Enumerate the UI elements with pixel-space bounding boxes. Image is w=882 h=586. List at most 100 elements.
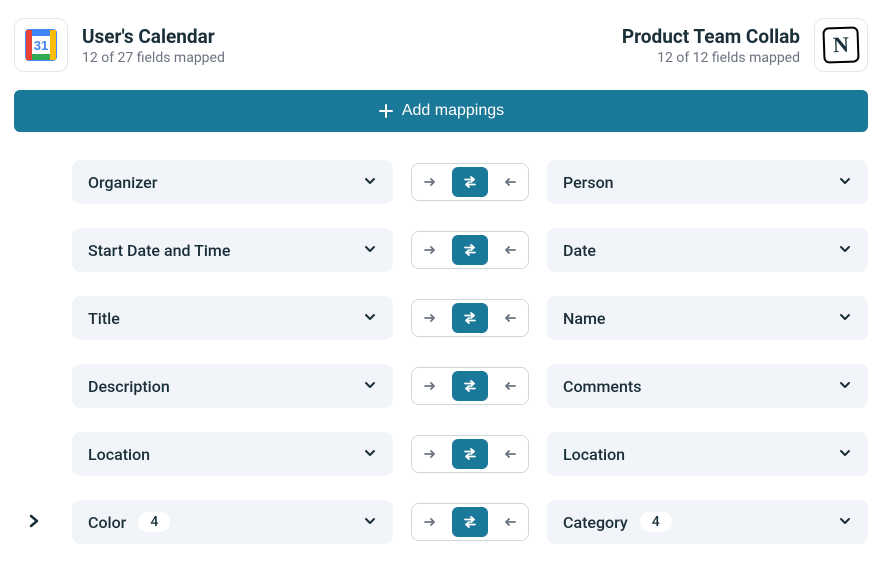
mapping-row: Title Name [14, 296, 868, 340]
chevron-down-icon [838, 310, 852, 324]
left-field-label: Start Date and Time [88, 241, 230, 260]
arrows-bidirectional-icon [462, 446, 478, 462]
direction-both-button[interactable] [452, 507, 489, 537]
right-field-select[interactable]: Name [547, 296, 868, 340]
header-left: 31 User's Calendar 12 of 27 fields mappe… [14, 18, 225, 72]
direction-right-button[interactable] [412, 164, 449, 200]
left-field-select[interactable]: Title [72, 296, 393, 340]
expand-row-button[interactable] [22, 509, 46, 536]
arrow-right-icon [423, 311, 437, 325]
arrow-right-icon [423, 379, 437, 393]
expand-column [14, 509, 54, 536]
direction-left-button[interactable] [491, 164, 528, 200]
mappings-list: Organizer Person Start Date and Time Date Ti… [14, 160, 868, 544]
arrow-left-icon [503, 447, 517, 461]
direction-right-button[interactable] [412, 436, 449, 472]
left-field-select[interactable]: Description [72, 364, 393, 408]
left-subtitle: 12 of 27 fields mapped [82, 50, 225, 66]
plus-icon [378, 103, 394, 119]
mapping-row: Color 4 Category 4 [14, 500, 868, 544]
direction-toggle [411, 435, 529, 473]
notion-icon: N [814, 18, 868, 72]
right-field-label: Person [563, 173, 614, 192]
direction-right-button[interactable] [412, 300, 449, 336]
right-field-select[interactable]: Location [547, 432, 868, 476]
direction-right-button[interactable] [412, 504, 449, 540]
direction-right-button[interactable] [412, 368, 449, 404]
svg-text:31: 31 [34, 38, 48, 53]
chevron-down-icon [838, 174, 852, 188]
right-field-select[interactable]: Person [547, 160, 868, 204]
direction-both-button[interactable] [452, 303, 489, 333]
chevron-right-icon [26, 513, 42, 529]
chevron-down-icon [363, 174, 377, 188]
direction-both-button[interactable] [452, 439, 489, 469]
direction-left-button[interactable] [491, 232, 528, 268]
right-field-select[interactable]: Comments [547, 364, 868, 408]
mapping-row: Start Date and Time Date [14, 228, 868, 272]
header-right: Product Team Collab 12 of 12 fields mapp… [622, 18, 868, 72]
direction-left-button[interactable] [491, 504, 528, 540]
chevron-down-icon [363, 446, 377, 460]
arrow-left-icon [503, 515, 517, 529]
arrows-bidirectional-icon [462, 174, 478, 190]
left-field-badge: 4 [138, 512, 170, 532]
right-field-select[interactable]: Category 4 [547, 500, 868, 544]
right-field-label: Date [563, 241, 596, 260]
google-calendar-icon: 31 [14, 18, 68, 72]
right-field-select[interactable]: Date [547, 228, 868, 272]
arrow-left-icon [503, 311, 517, 325]
left-field-label: Organizer [88, 173, 157, 192]
add-mappings-button[interactable]: Add mappings [14, 90, 868, 132]
mapping-row: Location Location [14, 432, 868, 476]
arrows-bidirectional-icon [462, 378, 478, 394]
chevron-down-icon [838, 514, 852, 528]
right-subtitle: 12 of 12 fields mapped [622, 50, 800, 66]
arrows-bidirectional-icon [462, 310, 478, 326]
chevron-down-icon [838, 446, 852, 460]
arrow-left-icon [503, 379, 517, 393]
left-field-label: Description [88, 377, 170, 396]
arrow-left-icon [503, 175, 517, 189]
chevron-down-icon [838, 378, 852, 392]
mapping-row: Description Comments [14, 364, 868, 408]
right-field-label: Name [563, 309, 605, 328]
chevron-down-icon [363, 310, 377, 324]
chevron-down-icon [363, 514, 377, 528]
direction-both-button[interactable] [452, 235, 489, 265]
direction-toggle [411, 367, 529, 405]
arrow-right-icon [423, 243, 437, 257]
right-field-label: Category [563, 513, 628, 532]
direction-left-button[interactable] [491, 300, 528, 336]
arrows-bidirectional-icon [462, 242, 478, 258]
arrow-right-icon [423, 515, 437, 529]
add-mappings-label: Add mappings [402, 102, 504, 120]
arrow-right-icon [423, 175, 437, 189]
direction-toggle [411, 163, 529, 201]
left-field-select[interactable]: Color 4 [72, 500, 393, 544]
arrow-left-icon [503, 243, 517, 257]
left-field-select[interactable]: Location [72, 432, 393, 476]
chevron-down-icon [363, 378, 377, 392]
left-field-label: Location [88, 445, 150, 464]
direction-both-button[interactable] [452, 167, 489, 197]
direction-both-button[interactable] [452, 371, 489, 401]
direction-toggle [411, 231, 529, 269]
direction-left-button[interactable] [491, 436, 528, 472]
left-text-block: User's Calendar 12 of 27 fields mapped [82, 25, 225, 66]
chevron-down-icon [838, 242, 852, 256]
direction-right-button[interactable] [412, 232, 449, 268]
left-field-label: Title [88, 309, 120, 328]
direction-left-button[interactable] [491, 368, 528, 404]
left-field-select[interactable]: Start Date and Time [72, 228, 393, 272]
arrow-right-icon [423, 447, 437, 461]
chevron-down-icon [363, 242, 377, 256]
left-field-select[interactable]: Organizer [72, 160, 393, 204]
arrows-bidirectional-icon [462, 514, 478, 530]
right-text-block: Product Team Collab 12 of 12 fields mapp… [622, 25, 800, 66]
direction-toggle [411, 299, 529, 337]
left-title: User's Calendar [82, 25, 225, 48]
direction-toggle [411, 503, 529, 541]
right-field-badge: 4 [640, 512, 672, 532]
left-field-label: Color [88, 513, 126, 532]
